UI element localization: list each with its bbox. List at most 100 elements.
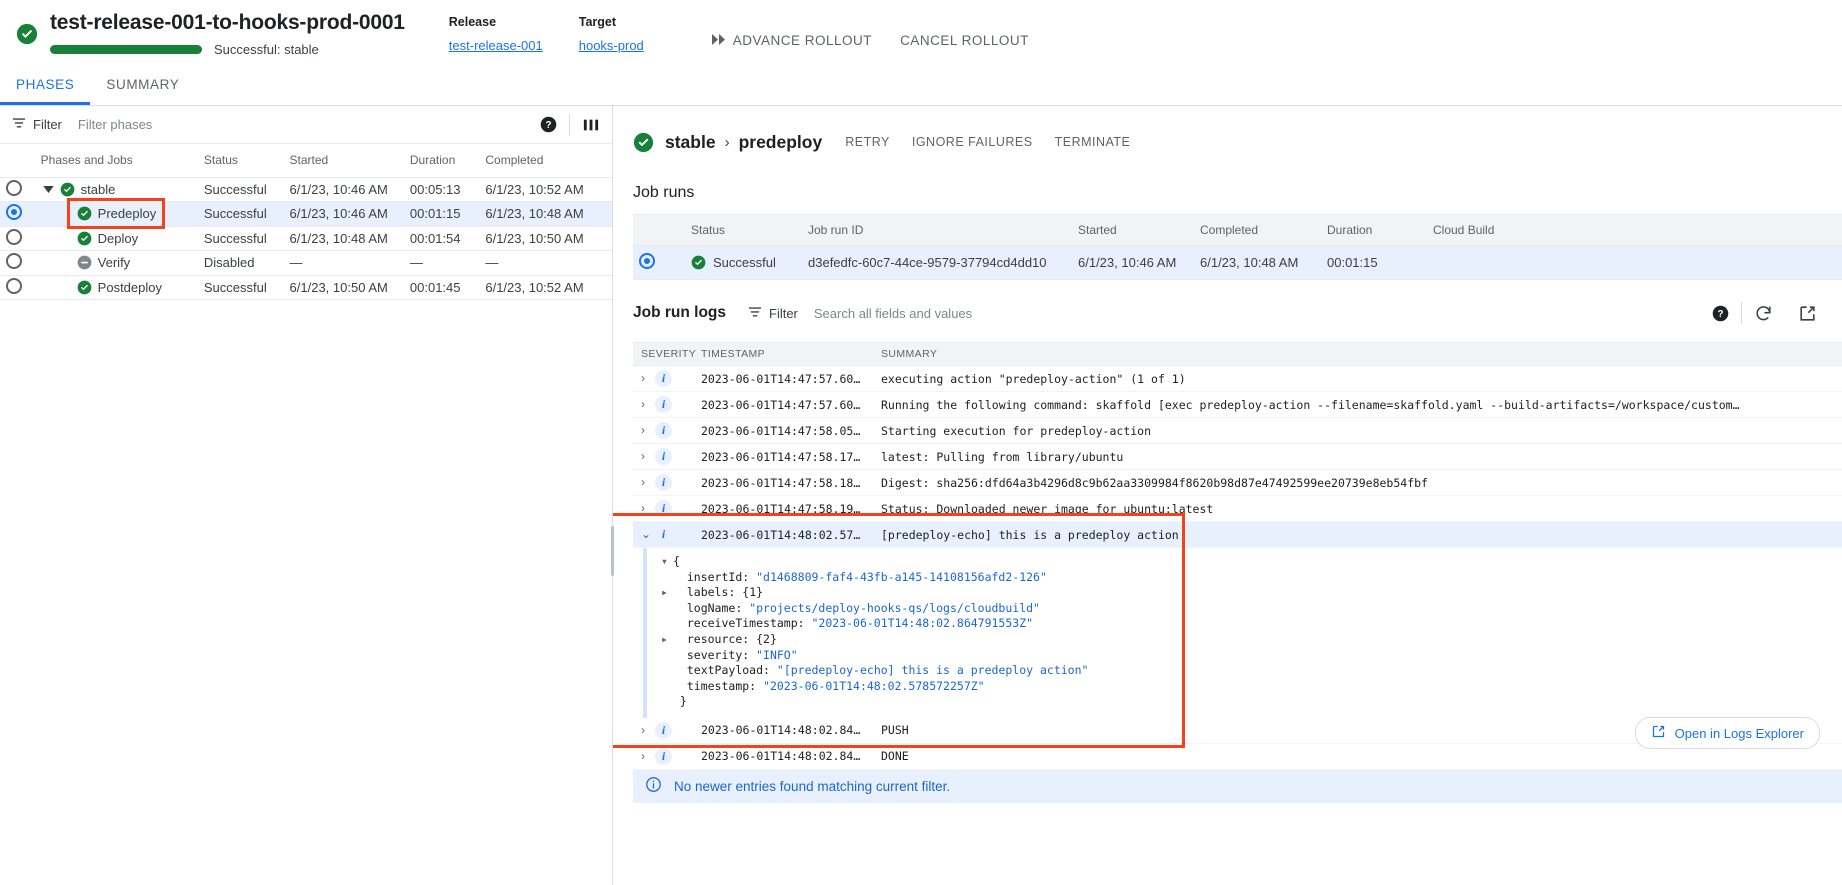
log-entry-row[interactable]: ›i2023-06-01T14:47:58.191703068ZStatus: …: [633, 496, 1842, 522]
table-row[interactable]: PredeploySuccessful6/1/23, 10:46 AM00:01…: [0, 202, 612, 227]
json-field-key: receiveTimestamp: [687, 616, 798, 630]
json-field-value: "[predeploy-echo] this is a predeploy ac…: [777, 663, 1089, 677]
log-entry-row[interactable]: ›i2023-06-01T14:47:58.176207883Zlatest: …: [633, 444, 1842, 470]
phases-header-row: Phases and Jobs Status Started Duration …: [0, 144, 612, 177]
advance-rollout-button[interactable]: ADVANCE ROLLOUT: [698, 25, 886, 56]
log-severity-cell[interactable]: ›i: [633, 496, 693, 522]
chevron-right-icon[interactable]: ▸: [661, 585, 673, 601]
open-in-new-icon[interactable]: [1792, 298, 1822, 328]
table-row[interactable]: DeploySuccessful6/1/23, 10:48 AM00:01:54…: [0, 226, 612, 251]
json-field[interactable]: timestamp: "2023-06-01T14:48:02.57857225…: [661, 679, 1842, 695]
logs-search-input[interactable]: [812, 305, 1705, 322]
chevron-right-icon[interactable]: ›: [641, 423, 655, 437]
jobruns-col-cloudbuild: Cloud Build: [1427, 215, 1842, 246]
column-display-options-icon[interactable]: [576, 110, 606, 140]
log-entry-row[interactable]: ›i2023-06-01T14:47:57.604665868Zexecutin…: [633, 366, 1842, 392]
cancel-rollout-button[interactable]: CANCEL ROLLOUT: [886, 25, 1043, 56]
info-severity-icon: i: [655, 396, 672, 413]
chevron-right-icon[interactable]: ›: [641, 449, 655, 463]
radio-button[interactable]: [639, 253, 655, 269]
log-timestamp-cell: 2023-06-01T14:47:58.187869380Z: [693, 470, 873, 496]
tab-phases[interactable]: PHASES: [0, 66, 90, 105]
chevron-right-icon[interactable]: ›: [641, 371, 655, 385]
chevron-right-icon[interactable]: ▸: [661, 632, 673, 648]
open-in-logs-explorer-button[interactable]: Open in Logs Explorer: [1635, 717, 1820, 749]
json-field[interactable]: ▸ labels: {1}: [661, 585, 1842, 601]
log-entry-row[interactable]: ›i2023-06-01T14:47:58.050397715ZStarting…: [633, 418, 1842, 444]
table-row[interactable]: stableSuccessful6/1/23, 10:46 AM00:05:13…: [0, 177, 612, 202]
chevron-down-icon[interactable]: ▾: [661, 554, 673, 570]
radio-button[interactable]: [6, 204, 22, 220]
check-circle-icon: [60, 182, 75, 197]
help-icon[interactable]: ?: [533, 110, 563, 140]
info-severity-icon: i: [655, 526, 672, 543]
log-summary-cell: Running the following command: skaffold …: [873, 392, 1842, 418]
phases-col-completed: Completed: [479, 144, 612, 177]
phase-select-radio[interactable]: [0, 275, 35, 300]
phase-started-cell: 6/1/23, 10:50 AM: [284, 275, 404, 300]
table-row[interactable]: Successfuld3efedfc-60c7-44ce-9579-37794c…: [633, 246, 1842, 280]
radio-button[interactable]: [6, 229, 22, 245]
job-run-select-radio[interactable]: [633, 246, 685, 280]
chevron-right-icon[interactable]: ›: [641, 397, 655, 411]
job-run-status-cell: Successful: [685, 246, 802, 280]
phase-select-radio[interactable]: [0, 177, 35, 202]
log-severity-cell[interactable]: ›i: [633, 470, 693, 496]
ignore-failures-button[interactable]: IGNORE FAILURES: [901, 128, 1044, 156]
radio-button[interactable]: [6, 253, 22, 269]
logs-filter-button[interactable]: Filter: [748, 305, 798, 322]
chevron-down-icon[interactable]: [41, 186, 57, 193]
filter-button[interactable]: Filter: [12, 116, 62, 133]
log-severity-cell[interactable]: ›i: [633, 418, 693, 444]
log-severity-cell[interactable]: ›i: [633, 444, 693, 470]
log-entry-row[interactable]: ⌄i2023-06-01T14:48:02.578572257Z[predepl…: [633, 522, 1842, 548]
refresh-icon[interactable]: [1748, 298, 1778, 328]
table-row[interactable]: PostdeploySuccessful6/1/23, 10:50 AM00:0…: [0, 275, 612, 300]
json-field[interactable]: logName: "projects/deploy-hooks-qs/logs/…: [661, 601, 1842, 617]
phase-select-radio[interactable]: [0, 251, 35, 276]
breadcrumb-parent[interactable]: stable: [665, 132, 716, 153]
log-severity-cell[interactable]: ⌄i: [633, 522, 693, 548]
release-link[interactable]: test-release-001: [449, 38, 543, 53]
chevron-right-icon[interactable]: ›: [641, 475, 655, 489]
help-icon[interactable]: ?: [1705, 298, 1735, 328]
json-field-value: "d1468809-faf4-43fb-a145-14108156afd2-12…: [756, 570, 1047, 584]
svg-text:?: ?: [545, 120, 551, 131]
chevron-down-icon[interactable]: ⌄: [641, 527, 655, 541]
json-field[interactable]: textPayload: "[predeploy-echo] this is a…: [661, 663, 1842, 679]
log-severity-cell[interactable]: ›i: [633, 392, 693, 418]
log-severity-cell[interactable]: ›i: [633, 743, 693, 769]
job-run-id-cell: d3efedfc-60c7-44ce-9579-37794cd4dd10: [802, 246, 1072, 280]
phase-started-cell: 6/1/23, 10:46 AM: [284, 177, 404, 202]
json-open-brace[interactable]: ▾{: [661, 554, 1842, 570]
info-severity-icon: i: [655, 422, 672, 439]
log-entry-row[interactable]: ›i2023-06-01T14:47:58.187869380ZDigest: …: [633, 470, 1842, 496]
phases-filter-input[interactable]: [76, 116, 533, 133]
svg-text:?: ?: [1717, 309, 1723, 320]
terminate-button[interactable]: TERMINATE: [1044, 128, 1142, 156]
radio-button[interactable]: [6, 278, 22, 294]
json-field[interactable]: insertId: "d1468809-faf4-43fb-a145-14108…: [661, 570, 1842, 586]
phase-select-radio[interactable]: [0, 226, 35, 251]
fast-forward-icon: [712, 33, 726, 48]
chevron-right-icon[interactable]: ›: [641, 501, 655, 515]
json-field[interactable]: severity: "INFO": [661, 648, 1842, 664]
tab-summary[interactable]: SUMMARY: [90, 66, 195, 105]
chevron-right-icon[interactable]: ›: [641, 749, 655, 763]
log-severity-cell[interactable]: ›i: [633, 718, 693, 744]
chevron-right-icon[interactable]: ›: [641, 723, 655, 737]
log-severity-cell[interactable]: ›i: [633, 366, 693, 392]
retry-button[interactable]: RETRY: [834, 128, 901, 156]
target-link[interactable]: hooks-prod: [579, 38, 644, 53]
no-newer-entries-text: No newer entries found matching current …: [674, 779, 950, 794]
json-field[interactable]: receiveTimestamp: "2023-06-01T14:48:02.8…: [661, 616, 1842, 632]
chevron-right-icon: ›: [725, 134, 730, 151]
table-row[interactable]: VerifyDisabled———: [0, 251, 612, 276]
phase-select-radio[interactable]: [0, 202, 35, 227]
filter-icon: [12, 116, 26, 133]
log-entry-row[interactable]: ›i2023-06-01T14:47:57.604829649ZRunning …: [633, 392, 1842, 418]
json-field[interactable]: ▸ resource: {2}: [661, 632, 1842, 648]
json-field-key: textPayload: [687, 663, 763, 677]
radio-button[interactable]: [6, 180, 22, 196]
logs-table-body: ›i2023-06-01T14:47:57.604665868Zexecutin…: [633, 366, 1842, 770]
